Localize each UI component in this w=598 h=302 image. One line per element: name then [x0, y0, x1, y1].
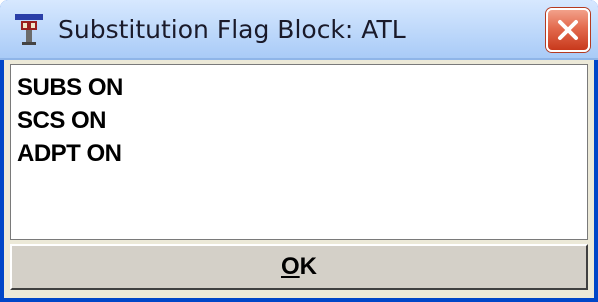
dialog-body: SUBS ON SCS ON ADPT ON OK: [0, 60, 598, 302]
window-title: Substitution Flag Block: ATL: [58, 15, 406, 44]
dialog-window: Substitution Flag Block: ATL SUBS ON SCS…: [0, 0, 598, 302]
flag-item-adpt: ADPT ON: [17, 140, 122, 167]
flag-list: SUBS ON SCS ON ADPT ON: [10, 64, 588, 240]
flag-item-subs: SUBS ON: [17, 74, 123, 101]
ok-mnemonic: O: [280, 253, 300, 280]
close-button[interactable]: [546, 8, 590, 52]
ok-label-rest: K: [299, 253, 317, 280]
title-bar[interactable]: Substitution Flag Block: ATL: [0, 0, 598, 60]
flag-item-scs: SCS ON: [17, 107, 107, 134]
control-tower-icon: [12, 12, 46, 46]
ok-button[interactable]: OK: [10, 244, 588, 290]
close-icon: [558, 20, 578, 40]
